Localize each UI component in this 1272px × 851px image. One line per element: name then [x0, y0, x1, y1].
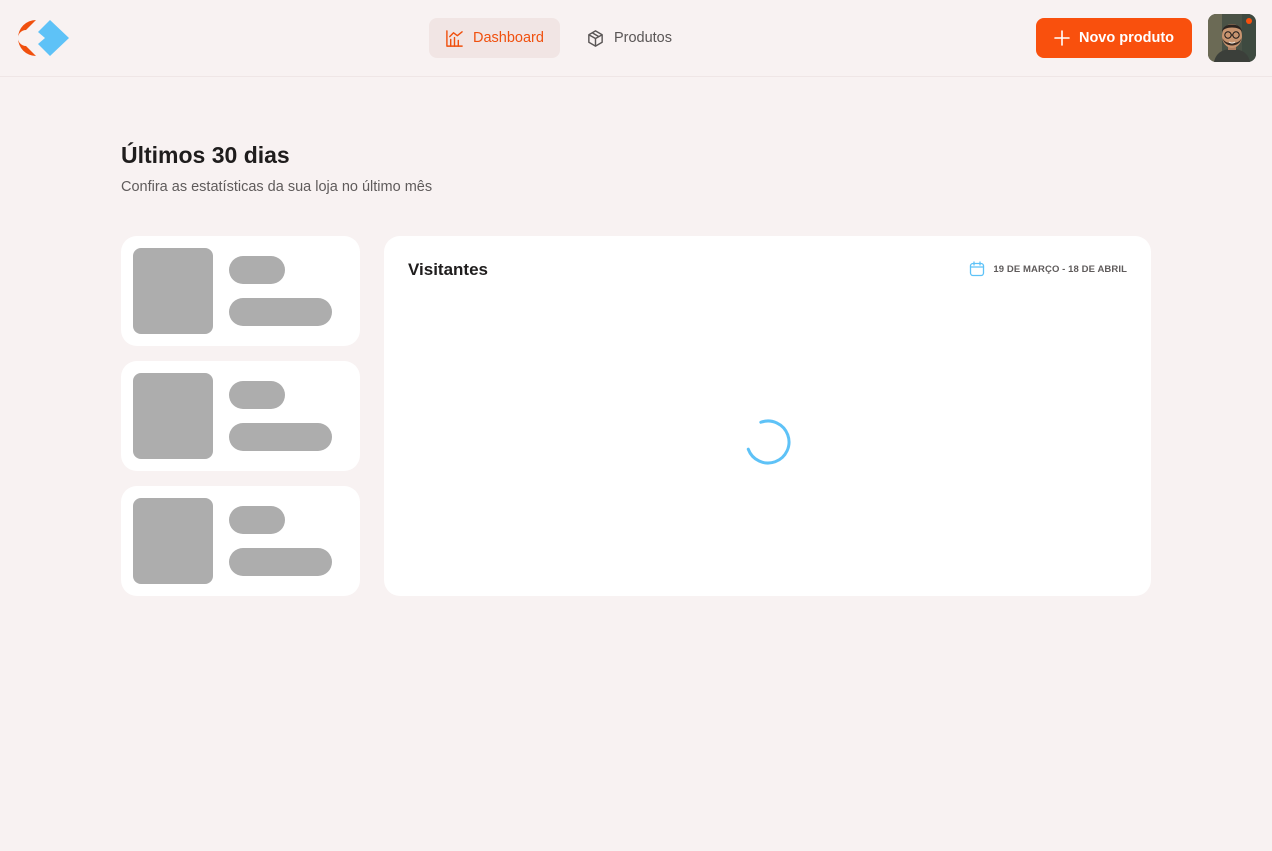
nav-item-label: Produtos [613, 30, 672, 46]
skeleton-line-short [229, 381, 285, 409]
stat-card-skeleton [121, 361, 360, 471]
user-avatar[interactable] [1208, 14, 1256, 62]
skeleton-line-long [229, 423, 332, 451]
skeleton-line-long [229, 298, 332, 326]
nav-item-produtos[interactable]: Produtos [570, 18, 688, 58]
calendar-icon [969, 261, 985, 277]
skeleton-line-long [229, 548, 332, 576]
plus-icon [1054, 30, 1070, 46]
stat-card-skeleton [121, 236, 360, 346]
visitors-title: Visitantes [408, 260, 489, 279]
date-range-label: 19 DE MARÇO - 18 DE ABRIL [993, 263, 1127, 275]
visitors-card: Visitantes 19 DE MARÇO - 18 DE ABRIL [384, 236, 1151, 596]
skeleton-line-short [229, 506, 285, 534]
box-icon [586, 29, 605, 48]
nav-item-dashboard[interactable]: Dashboard [429, 18, 560, 58]
skeleton-image [133, 498, 213, 584]
stat-card-skeleton [121, 486, 360, 596]
top-header: Dashboard Produtos Novo produto [0, 0, 1272, 77]
skeleton-image [133, 373, 213, 459]
skeleton-line-short [229, 256, 285, 284]
brand-logo[interactable] [16, 18, 72, 58]
page-subtitle: Confira as estatísticas da sua loja no ú… [121, 179, 433, 195]
loading-spinner-icon [744, 418, 792, 466]
skeleton-image [133, 248, 213, 334]
main-nav: Dashboard Produtos [429, 18, 688, 58]
page-title: Últimos 30 dias [121, 142, 290, 168]
new-product-button[interactable]: Novo produto [1036, 18, 1192, 58]
new-product-label: Novo produto [1078, 30, 1175, 46]
notification-dot [1246, 18, 1252, 24]
date-range-picker[interactable]: 19 DE MARÇO - 18 DE ABRIL [969, 261, 1127, 277]
nav-item-label: Dashboard [473, 30, 544, 46]
chart-icon [445, 29, 464, 48]
